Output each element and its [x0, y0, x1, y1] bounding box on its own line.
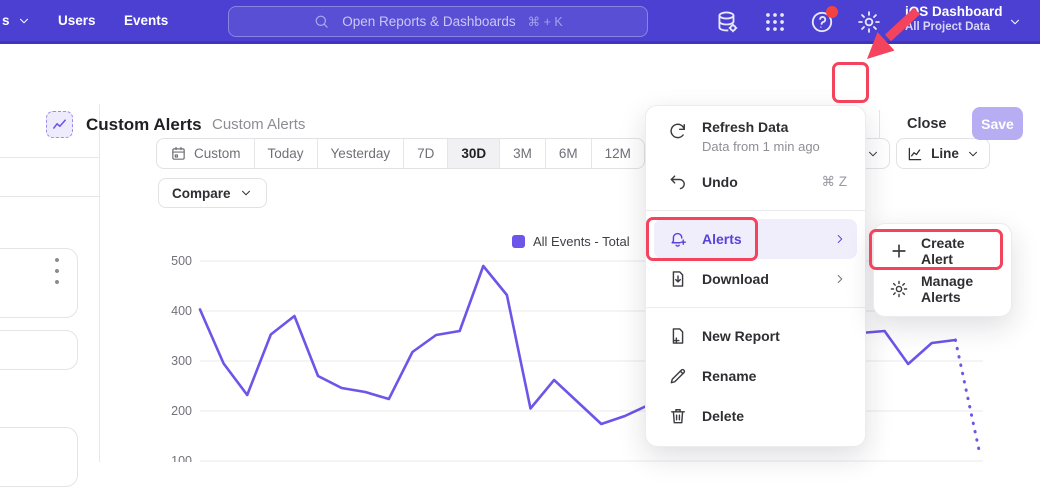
pencil-icon	[668, 366, 688, 386]
search-icon	[313, 13, 330, 30]
svg-text:100: 100	[171, 454, 192, 462]
menu-item-rename[interactable]: Rename	[646, 356, 865, 396]
legend-swatch	[512, 235, 525, 248]
range-label: 6M	[559, 146, 578, 161]
line-chart-icon	[906, 145, 924, 163]
legend-label: All Events - Total	[533, 234, 630, 249]
chart-type-label: Line	[931, 146, 959, 161]
settings-gear-icon[interactable]	[856, 9, 882, 35]
help-icon[interactable]	[809, 9, 835, 35]
report-header: Custom Alerts Custom Alerts GV Duplicate…	[0, 44, 1040, 104]
range-label: 12M	[605, 146, 631, 161]
svg-text:500: 500	[171, 254, 192, 268]
refresh-icon	[668, 121, 688, 141]
download-icon	[668, 269, 688, 289]
menu-item-label: Alerts	[702, 231, 742, 247]
alerts-submenu: Create Alert Manage Alerts	[873, 223, 1012, 317]
chevron-down-icon	[966, 147, 980, 161]
close-button[interactable]: Close	[907, 116, 947, 132]
nav-item-partial[interactable]: s	[2, 0, 31, 41]
page-title: Custom Alerts	[86, 115, 202, 135]
sidebar-row-divider	[0, 157, 99, 158]
svg-text:400: 400	[171, 304, 192, 318]
range-option-12m[interactable]: 12M	[592, 139, 644, 168]
menu-divider	[646, 210, 865, 211]
chevron-down-icon	[17, 14, 31, 28]
compare-label: Compare	[172, 186, 231, 201]
range-label: Custom	[194, 146, 241, 161]
divider	[879, 110, 880, 138]
menu-divider	[646, 307, 865, 308]
range-label: Yesterday	[331, 146, 391, 161]
chart-type-dropdown[interactable]: Line	[896, 138, 990, 169]
trash-icon	[668, 406, 688, 426]
svg-text:300: 300	[171, 354, 192, 368]
date-range-selector: Custom Today Yesterday 7D 30D 3M 6M 12M	[156, 138, 645, 169]
bell-plus-icon	[668, 229, 688, 249]
search-shortcut: ⌘ + K	[528, 14, 563, 29]
chart-legend[interactable]: All Events - Total	[512, 234, 630, 249]
range-option-6m[interactable]: 6M	[546, 139, 592, 168]
nav-item-users[interactable]: Users	[58, 0, 96, 41]
undo-icon	[668, 172, 688, 192]
gear-icon	[889, 279, 909, 299]
submenu-item-manage-alerts[interactable]: Manage Alerts	[874, 270, 1011, 308]
submenu-item-label: Create Alert	[921, 235, 999, 267]
range-option-30d[interactable]: 30D	[448, 139, 500, 168]
menu-item-alerts[interactable]: Alerts	[654, 219, 857, 259]
chevron-down-icon	[239, 186, 253, 200]
menu-item-refresh-data[interactable]: Refresh Data Data from 1 min ago	[646, 116, 865, 162]
range-label: 7D	[417, 146, 434, 161]
submenu-item-label: Manage Alerts	[921, 273, 999, 305]
chevron-right-icon	[833, 272, 847, 286]
range-label: 3M	[513, 146, 532, 161]
sidebar-card[interactable]	[0, 248, 78, 318]
context-menu: Refresh Data Data from 1 min ago Undo ⌘ Z Al…	[645, 105, 866, 447]
plus-icon	[889, 241, 909, 261]
sidebar-card[interactable]	[0, 427, 78, 487]
range-option-7d[interactable]: 7D	[404, 139, 448, 168]
menu-item-download[interactable]: Download	[646, 259, 865, 299]
menu-item-undo[interactable]: Undo ⌘ Z	[646, 162, 865, 202]
global-search-input[interactable]: Open Reports & Dashboards ⌘ + K	[228, 6, 648, 37]
apps-grid-icon[interactable]	[762, 9, 788, 35]
chevron-down-icon	[866, 147, 880, 161]
new-report-icon	[668, 326, 688, 346]
nav-item-events[interactable]: Events	[124, 0, 168, 41]
range-option-today[interactable]: Today	[255, 139, 318, 168]
report-type-icon	[46, 111, 73, 138]
search-placeholder: Open Reports & Dashboards	[342, 14, 515, 29]
menu-item-label: Delete	[702, 408, 744, 424]
menu-item-delete[interactable]: Delete	[646, 396, 865, 436]
breadcrumb: Custom Alerts	[212, 116, 305, 133]
save-button[interactable]: Save	[972, 107, 1023, 140]
menu-item-new-report[interactable]: New Report	[646, 316, 865, 356]
calendar-icon	[170, 145, 187, 162]
sidebar-divider	[99, 104, 100, 462]
submenu-item-create-alert[interactable]: Create Alert	[874, 232, 1011, 270]
nav-partial-label: s	[2, 13, 10, 28]
range-label: Today	[268, 146, 304, 161]
menu-item-label: Rename	[702, 368, 756, 384]
project-chevron-down-icon[interactable]	[1008, 15, 1022, 29]
range-option-3m[interactable]: 3M	[500, 139, 546, 168]
notification-dot	[826, 6, 838, 18]
range-label: 30D	[461, 146, 486, 161]
range-option-custom[interactable]: Custom	[157, 139, 255, 168]
menu-item-sublabel: Data from 1 min ago	[702, 139, 820, 154]
top-nav-bar: s Users Events Open Reports & Dashboards…	[0, 0, 1040, 44]
compare-button[interactable]: Compare	[158, 178, 267, 208]
kebab-menu-icon[interactable]: •••	[49, 255, 65, 279]
menu-item-label: Download	[702, 271, 769, 287]
svg-text:200: 200	[171, 404, 192, 418]
sidebar-row-divider	[0, 196, 99, 197]
sidebar-card[interactable]	[0, 330, 78, 370]
menu-item-label: Refresh Data	[702, 119, 820, 135]
chevron-right-icon	[833, 232, 847, 246]
menu-item-label: New Report	[702, 328, 780, 344]
data-management-icon[interactable]	[714, 9, 740, 35]
menu-item-label: Undo	[702, 174, 738, 190]
range-option-yesterday[interactable]: Yesterday	[318, 139, 405, 168]
menu-item-shortcut: ⌘ Z	[822, 174, 848, 190]
